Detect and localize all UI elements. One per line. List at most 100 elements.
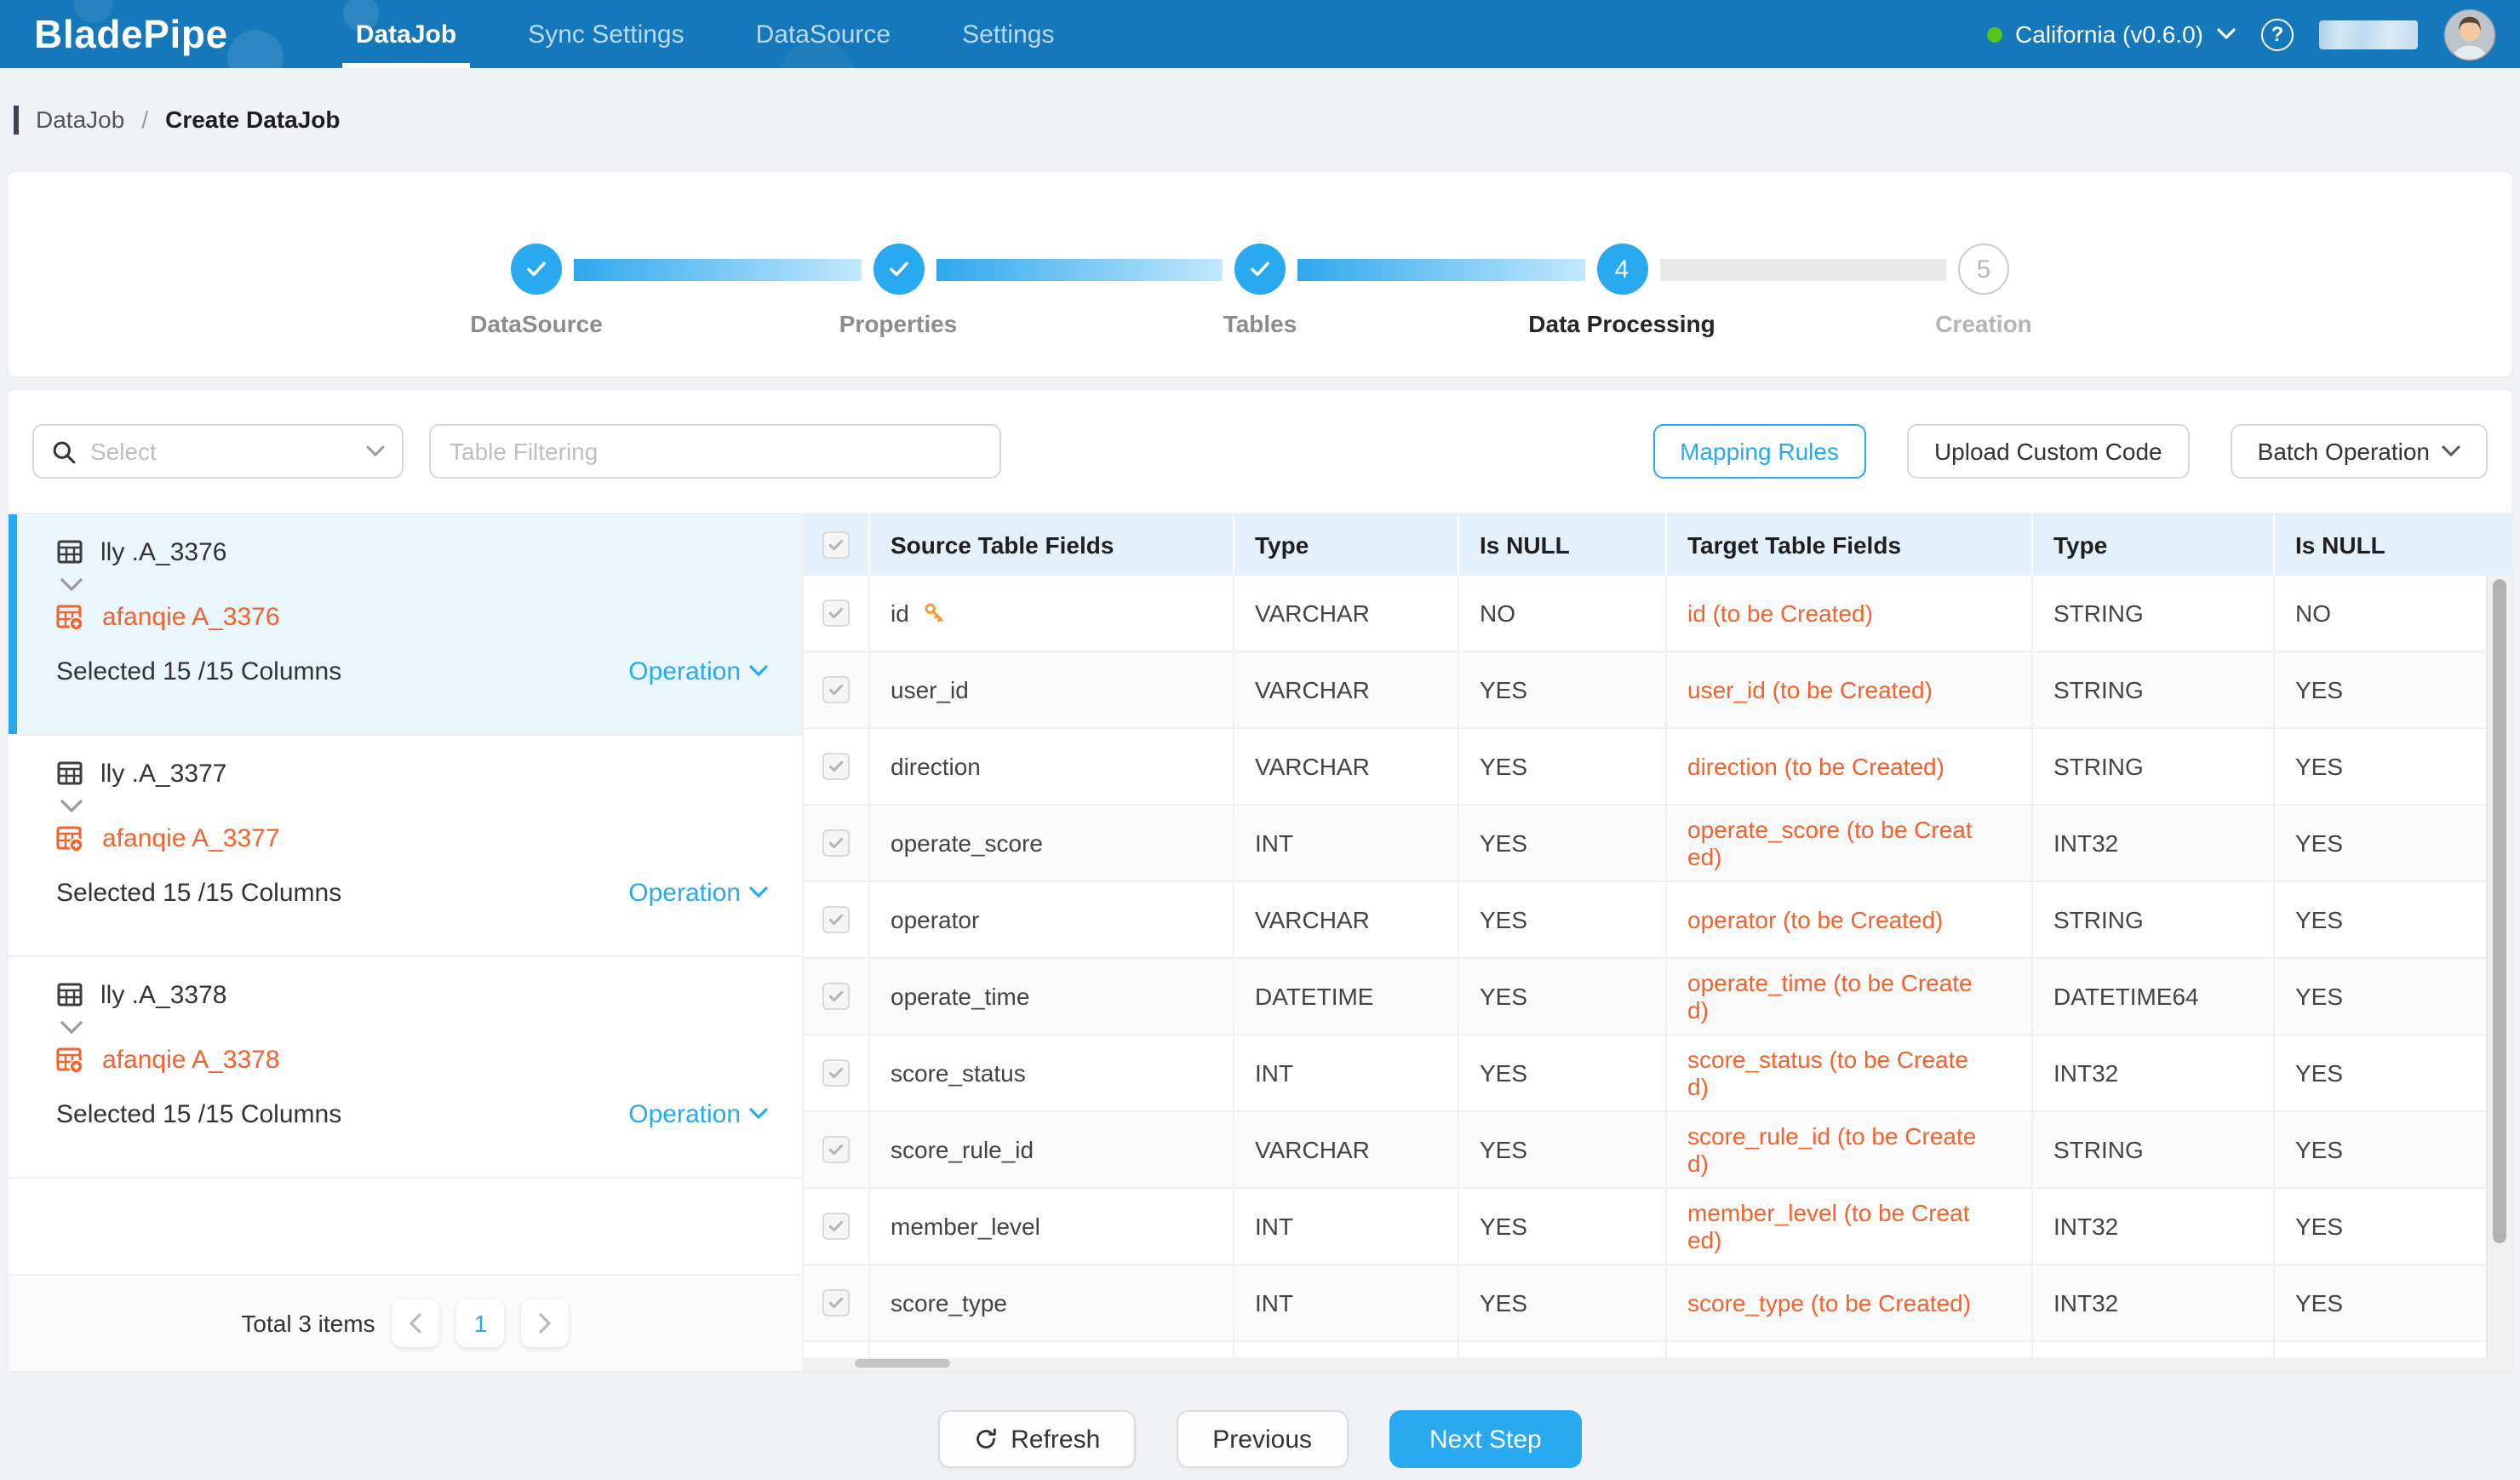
step-properties: Properties: [873, 244, 924, 295]
source-field-type: VARCHAR: [1255, 906, 1370, 933]
target-field-type: STRING: [2053, 599, 2144, 627]
mapping-rules-button[interactable]: Mapping Rules: [1652, 424, 1866, 479]
target-field-name: score_rule_id (to be Created): [1687, 1122, 1980, 1177]
brand-logo[interactable]: BladePipe: [34, 11, 228, 57]
nav-tab-datasource[interactable]: DataSource: [739, 0, 908, 68]
row-checkbox[interactable]: [822, 1213, 850, 1240]
step-connector: [1659, 258, 1946, 280]
check-icon: [828, 1064, 845, 1081]
table-pair-item[interactable]: lly .A_3377 afanqie A_3377 Selected 15 /…: [9, 736, 802, 957]
chevron-down-icon: [60, 1019, 83, 1035]
source-field-isnull: YES: [1480, 1059, 1527, 1087]
nav-tab-datajob[interactable]: DataJob: [339, 0, 473, 68]
pagination-prev-button[interactable]: [392, 1299, 440, 1347]
source-field-name: operate_time: [891, 983, 1029, 1010]
chevron-right-icon: [539, 1313, 553, 1334]
chevron-down-icon: [2442, 445, 2460, 458]
table-row: operate_time DATETIME YES operate_time (…: [804, 959, 2511, 1035]
table-pair-item[interactable]: lly .A_3376 afanqie A_3376 Selected 15 /…: [9, 514, 802, 736]
row-checkbox[interactable]: [822, 753, 850, 780]
breadcrumb-parent[interactable]: DataJob: [36, 106, 124, 133]
operation-dropdown[interactable]: Operation: [628, 878, 768, 907]
selected-columns-count: Selected 15 /15 Columns: [56, 878, 341, 907]
breadcrumb-accent-bar: [14, 105, 19, 134]
target-table-plus-icon: [56, 1046, 85, 1073]
username-redacted: [2319, 20, 2418, 49]
row-checkbox[interactable]: [822, 829, 850, 857]
row-checkbox[interactable]: [822, 1059, 850, 1087]
horizontal-scrollbar-thumb[interactable]: [855, 1359, 950, 1368]
chevron-down-icon: [749, 1107, 768, 1121]
step-circle[interactable]: [873, 244, 924, 295]
nav-tab-settings[interactable]: Settings: [945, 0, 1071, 68]
operation-dropdown[interactable]: Operation: [628, 657, 768, 686]
selected-columns-count: Selected 15 /15 Columns: [56, 1099, 341, 1128]
target-field-type: DATETIME64: [2053, 983, 2199, 1010]
bladepipe-app: BladePipe DataJob Sync Settings DataSour…: [0, 0, 2520, 1480]
horizontal-scrollbar[interactable]: [804, 1357, 2511, 1371]
source-table-name: lly .A_3376: [100, 537, 226, 566]
target-field-type: INT32: [2053, 829, 2118, 857]
step-circle[interactable]: 5: [1958, 244, 2009, 295]
expand-toggle[interactable]: [60, 572, 768, 596]
row-checkbox[interactable]: [822, 983, 850, 1010]
vertical-scrollbar-thumb[interactable]: [2493, 579, 2506, 1243]
target-field-name: operator (to be Created): [1687, 906, 1943, 933]
batch-operation-dropdown[interactable]: Batch Operation: [2231, 424, 2488, 479]
help-icon[interactable]: [2261, 18, 2294, 50]
vertical-scrollbar[interactable]: [2486, 576, 2511, 1357]
check-icon: [828, 758, 845, 775]
previous-button[interactable]: Previous: [1177, 1410, 1348, 1468]
chevron-left-icon: [410, 1313, 423, 1334]
select-all-checkbox[interactable]: [822, 531, 850, 559]
source-field-type: INT: [1255, 829, 1293, 857]
target-field-name: operate_time (to be Created): [1687, 969, 1980, 1024]
target-table-plus-icon: [56, 824, 85, 852]
row-checkbox[interactable]: [822, 906, 850, 933]
next-step-button[interactable]: Next Step: [1389, 1410, 1583, 1468]
source-table-icon: [56, 538, 83, 565]
row-checkbox[interactable]: [822, 676, 850, 703]
expand-toggle[interactable]: [60, 1015, 768, 1039]
table-filter-input[interactable]: [429, 424, 1001, 479]
step-circle[interactable]: [1234, 244, 1286, 295]
operation-dropdown[interactable]: Operation: [628, 1099, 768, 1128]
check-icon: [828, 1218, 845, 1235]
source-field-name: user_id: [891, 676, 969, 703]
pagination-next-button[interactable]: [522, 1299, 570, 1347]
table-select-dropdown[interactable]: Select: [32, 424, 404, 479]
nav-tab-sync-settings[interactable]: Sync Settings: [511, 0, 701, 68]
target-field-type: INT32: [2053, 1213, 2118, 1240]
wizard-footer: Refresh Previous Next Step: [0, 1373, 2520, 1480]
source-field-isnull: YES: [1480, 1136, 1527, 1163]
target-field-type: STRING: [2053, 1136, 2144, 1163]
source-field-isnull: NO: [1480, 599, 1515, 627]
header-source-fields: Source Table Fields: [870, 514, 1234, 576]
target-field-isnull: YES: [2295, 983, 2343, 1010]
table-row: operate_score INT YES operate_score (to …: [804, 806, 2511, 882]
select-placeholder: Select: [90, 438, 352, 465]
row-checkbox[interactable]: [822, 1289, 850, 1317]
stepper: DataSource Properties Tables 4 Data Proc…: [511, 172, 2009, 295]
step-datasource: DataSource: [511, 244, 562, 295]
pagination-page-1[interactable]: 1: [457, 1299, 505, 1347]
target-table-plus-icon: [56, 603, 85, 630]
step-circle[interactable]: [511, 244, 562, 295]
expand-toggle[interactable]: [60, 794, 768, 817]
row-checkbox[interactable]: [822, 599, 850, 627]
step-circle[interactable]: 4: [1596, 244, 1647, 295]
step-label: Data Processing: [1528, 310, 1715, 337]
target-field-name: user_id (to be Created): [1687, 676, 1933, 703]
avatar[interactable]: [2443, 8, 2496, 60]
table-row: member_level INT YES member_level (to be…: [804, 1189, 2511, 1265]
row-checkbox[interactable]: [822, 1136, 850, 1163]
table-pair-item[interactable]: lly .A_3378 afanqie A_3378 Selected 15 /…: [9, 957, 802, 1179]
table-row: direction VARCHAR YES direction (to be C…: [804, 729, 2511, 806]
target-field-name: score_status (to be Created): [1687, 1046, 1980, 1100]
upload-custom-code-button[interactable]: Upload Custom Code: [1907, 424, 2190, 479]
target-field-type: STRING: [2053, 753, 2144, 780]
chevron-down-icon: [366, 445, 385, 458]
source-field-type: INT: [1255, 1213, 1293, 1240]
refresh-button[interactable]: Refresh: [937, 1410, 1136, 1468]
env-selector[interactable]: California (v0.6.0): [1986, 20, 2236, 48]
